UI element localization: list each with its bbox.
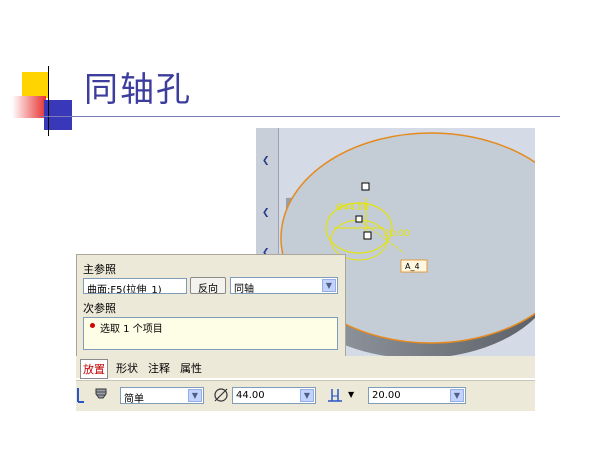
chevron-left-icon[interactable]: ❮ <box>262 208 270 218</box>
placement-type-value: 同轴 <box>234 284 254 295</box>
drag-handle-depth[interactable] <box>363 231 372 240</box>
dashboard-tabs: 放置 形状 注释 属性 <box>76 356 535 379</box>
tab-properties[interactable]: 属性 <box>178 359 204 377</box>
hole-toolbar: 简单 ▼ 44.00 ▼ ▼ 20.00 ▼ <box>76 380 535 411</box>
corner-decoration <box>0 0 90 140</box>
axis-label: A_4 <box>405 262 420 271</box>
dropdown-arrow-icon[interactable]: ▼ <box>322 279 336 292</box>
yellow-square <box>22 72 48 98</box>
depth-dimension: 20.00 <box>384 229 410 239</box>
diameter-value: 44.00 <box>236 390 265 401</box>
depth-select[interactable]: 20.00 ▼ <box>368 387 466 404</box>
hole-type-select[interactable]: 简单 ▼ <box>120 387 204 405</box>
slide-title: 同轴孔 <box>84 70 192 110</box>
secondary-reference-collector[interactable]: 选取 1 个项目 <box>83 317 338 350</box>
dropdown-arrow-icon[interactable]: ▼ <box>450 389 464 402</box>
diameter-select[interactable]: 44.00 ▼ <box>232 387 316 404</box>
placement-type-select[interactable]: 同轴 ▼ <box>230 277 338 295</box>
tab-notes[interactable]: 注释 <box>146 359 172 377</box>
tab-shape[interactable]: 形状 <box>114 359 140 377</box>
drag-handle-center[interactable] <box>355 215 363 223</box>
reverse-button[interactable]: 反向 <box>190 277 226 295</box>
depth-option-arrow-icon[interactable]: ▼ <box>348 390 354 399</box>
hole-type-value: 简单 <box>124 394 144 405</box>
red-square <box>12 96 46 118</box>
title-underline <box>40 116 560 117</box>
secondary-reference-hint: 选取 1 个项目 <box>100 324 163 335</box>
tab-placement[interactable]: 放置 <box>80 359 108 379</box>
required-dot-icon <box>90 323 95 328</box>
secondary-reference-label: 次参照 <box>83 302 116 315</box>
vertical-line <box>48 66 49 136</box>
chevron-left-icon[interactable]: ❮ <box>262 156 270 166</box>
primary-reference-label: 主参照 <box>83 263 116 276</box>
diameter-dimension: Ø44.00 <box>336 202 369 213</box>
primary-reference-field[interactable]: 曲面:F5(拉伸_1) <box>83 278 187 294</box>
dropdown-arrow-icon[interactable]: ▼ <box>188 389 202 402</box>
hole-icon[interactable] <box>92 386 110 404</box>
depth-icon[interactable] <box>326 386 344 404</box>
drag-handle-top[interactable] <box>361 182 370 191</box>
placement-panel: 主参照 曲面:F5(拉伸_1) 反向 同轴 ▼ 次参照 选取 1 个项目 <box>76 254 346 357</box>
diameter-icon <box>214 388 228 402</box>
depth-value: 20.00 <box>372 390 401 401</box>
dropdown-arrow-icon[interactable]: ▼ <box>300 389 314 402</box>
